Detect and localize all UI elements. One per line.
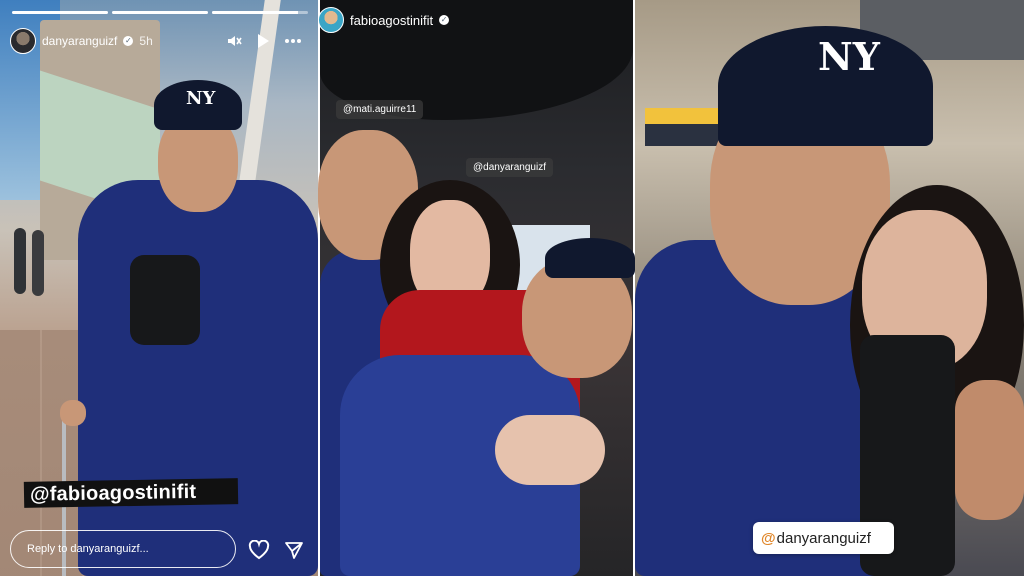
story-progress bbox=[12, 11, 308, 14]
play-icon[interactable] bbox=[256, 33, 270, 52]
mention-name: danyaranguizf bbox=[776, 529, 871, 547]
background-person bbox=[32, 230, 44, 296]
building-pillar bbox=[235, 0, 281, 210]
progress-segment bbox=[112, 11, 208, 14]
story-time: 5h bbox=[139, 34, 153, 48]
belt-bag bbox=[130, 255, 200, 345]
story-header[interactable]: danyaranguizf ✓ 5h bbox=[10, 28, 153, 54]
avatar[interactable] bbox=[10, 28, 36, 54]
progress-segment bbox=[12, 11, 108, 14]
hand bbox=[60, 400, 86, 426]
send-icon[interactable] bbox=[284, 540, 304, 564]
verified-badge-icon: ✓ bbox=[123, 36, 134, 46]
progress-segment bbox=[212, 11, 308, 14]
username[interactable]: danyaranguizf bbox=[42, 34, 117, 48]
arm bbox=[955, 380, 1024, 520]
mention-sticker[interactable]: @ danyaranguizf bbox=[753, 522, 894, 554]
baseball-cap bbox=[545, 238, 635, 278]
tag-sticker[interactable]: @mati.aguirre11 bbox=[336, 100, 424, 119]
cap-logo: NY bbox=[186, 88, 216, 109]
reply-input[interactable]: Reply to danyaranguizf... bbox=[10, 530, 236, 568]
background-person bbox=[14, 228, 26, 294]
username[interactable]: fabioagostinifit bbox=[350, 13, 433, 28]
story-header[interactable]: fabioagostinifit ✓ bbox=[318, 7, 450, 33]
mention-sticker[interactable]: @fabioagostinifit bbox=[23, 478, 239, 508]
mention-at: @ bbox=[761, 529, 776, 547]
verified-badge-icon: ✓ bbox=[439, 15, 450, 25]
heart-icon[interactable] bbox=[248, 539, 270, 564]
more-icon[interactable] bbox=[284, 33, 302, 52]
tag-sticker[interactable]: @danyaranguizf bbox=[466, 158, 553, 177]
cap-logo: NY bbox=[818, 34, 880, 79]
airport-sign bbox=[645, 124, 720, 146]
man-in-blue-hoodie bbox=[78, 180, 318, 576]
avatar[interactable] bbox=[318, 7, 344, 33]
story-panel-1[interactable]: NY danyaranguizf ✓ 5h @fabioagostinifit … bbox=[0, 0, 318, 576]
mute-icon[interactable] bbox=[226, 33, 242, 52]
hand bbox=[495, 415, 605, 485]
